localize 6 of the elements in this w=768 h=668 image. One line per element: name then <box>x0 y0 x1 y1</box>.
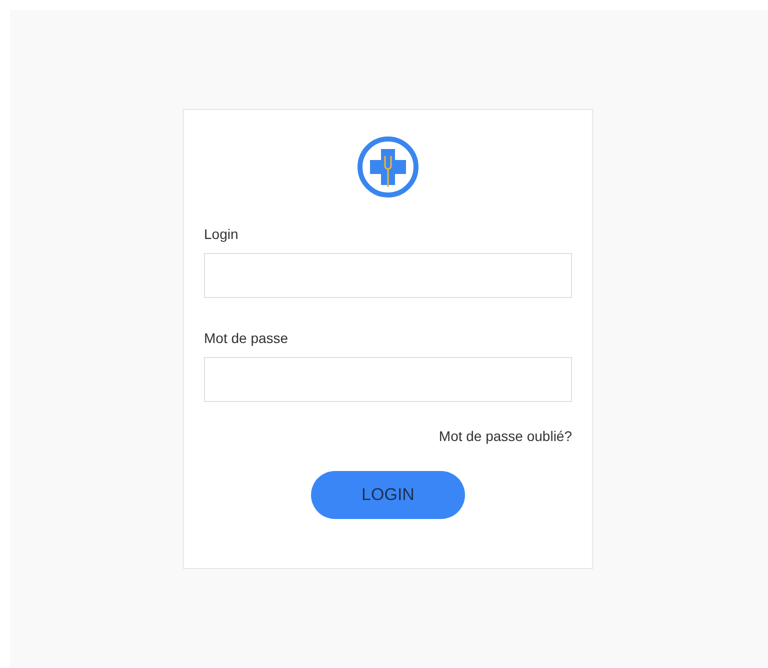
forgot-password-link[interactable]: Mot de passe oublié? <box>438 428 572 444</box>
field-label: Mot de passe <box>204 330 290 346</box>
input-field[interactable] <box>204 357 572 402</box>
input-field[interactable] <box>204 253 572 298</box>
login-button[interactable]: LOGIN <box>311 471 465 519</box>
field-label: Login <box>204 226 240 242</box>
